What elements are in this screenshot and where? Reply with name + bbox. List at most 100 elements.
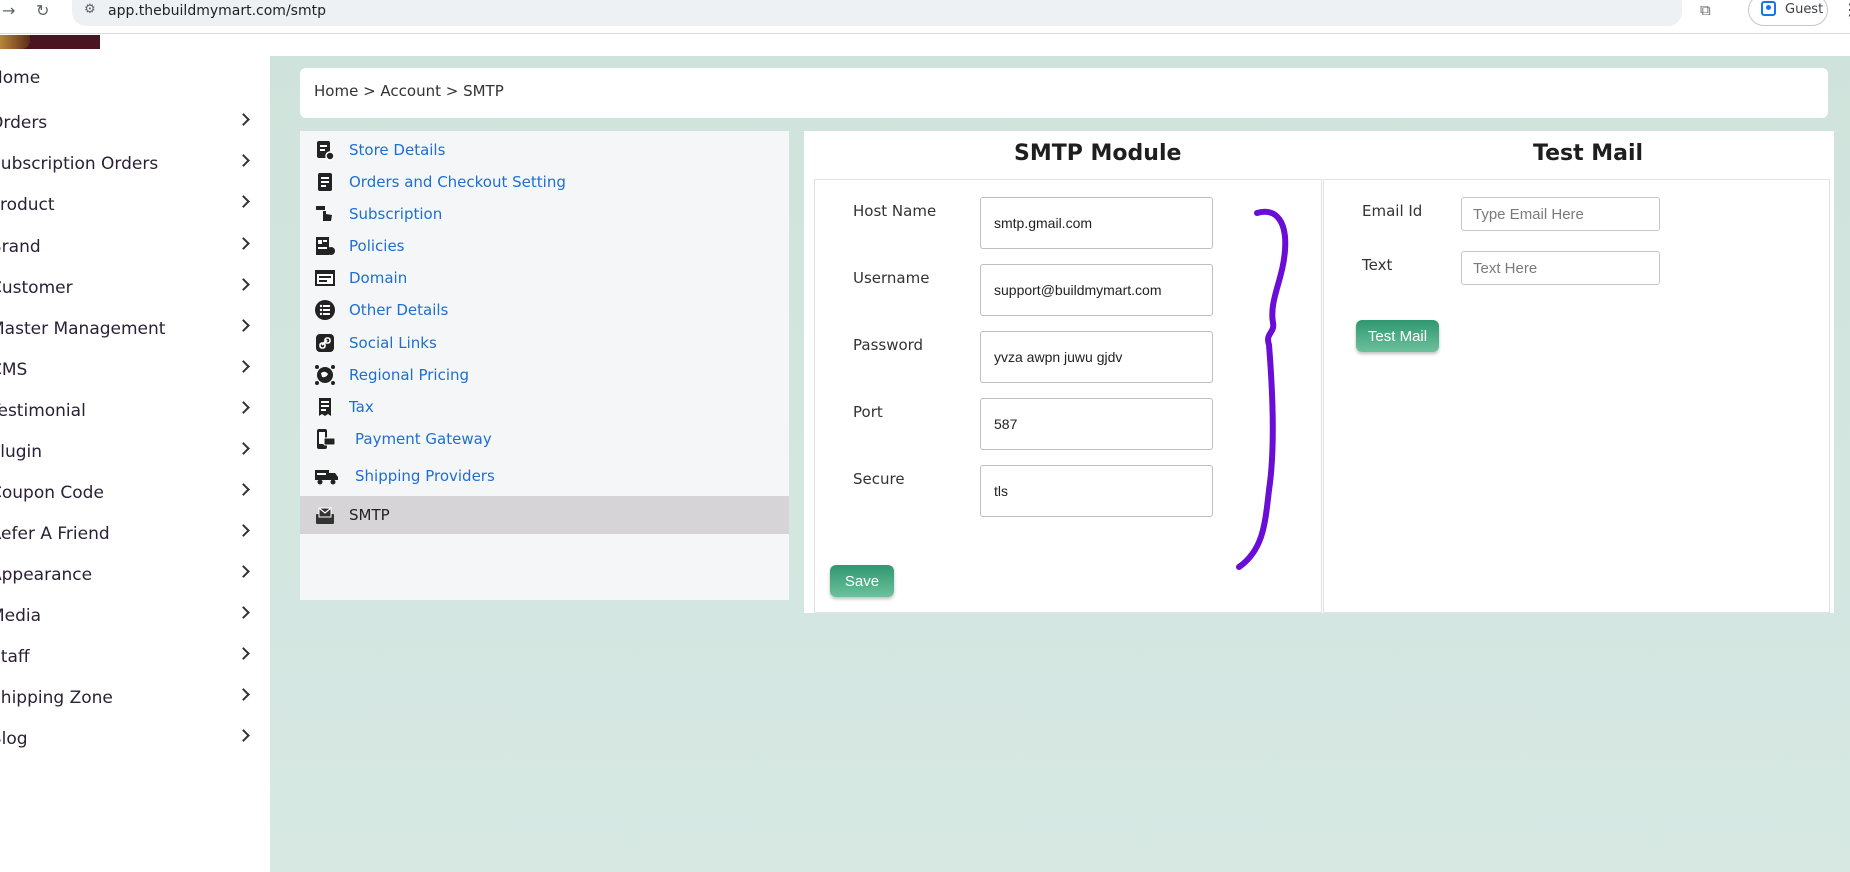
sidebar-item-label: CMS [0,360,28,380]
profile-button[interactable]: Guest [1748,0,1828,26]
sidebar-item-label: Customer [0,278,73,298]
sidebar-item-label: Blog [0,729,28,749]
chevron-right-icon[interactable] [237,237,250,250]
settings-menu-label[interactable]: Domain [349,269,407,287]
sidebar-item-brand[interactable]: Brand [0,229,270,269]
port-label: Port [853,403,883,421]
chevron-right-icon[interactable] [237,524,250,537]
chevron-right-icon[interactable] [237,606,250,619]
sidebar-item-testimonial[interactable]: Testimonial [0,393,270,433]
sidebar-item-label: Refer A Friend [0,524,110,544]
sidebar-item-cms[interactable]: CMS [0,352,270,392]
settings-menu-label[interactable]: Shipping Providers [355,467,495,485]
chevron-right-icon[interactable] [237,154,250,167]
chevron-right-icon[interactable] [237,688,250,701]
brand-logo[interactable] [0,35,100,49]
settings-menu-label[interactable]: Tax [349,398,374,416]
browser-toolbar: → ↻ ⚙ app.thebuildmymart.com/smtp ⧉ Gues… [0,0,1850,34]
settings-menu-label[interactable]: Subscription [349,205,442,223]
chevron-right-icon[interactable] [237,195,250,208]
sidebar-item-refer-a-friend[interactable]: Refer A Friend [0,516,270,556]
browser-window-icon [314,267,336,289]
phone-card-icon [314,428,336,450]
settings-menu-label[interactable]: Store Details [349,141,445,159]
test-mail-title: Test Mail [1533,141,1644,166]
breadcrumb-text[interactable]: Home > Account > SMTP [314,82,504,100]
reload-icon[interactable]: ↻ [36,0,49,22]
settings-menu: Store Details Orders and Checkout Setting… [300,131,789,600]
chevron-right-icon[interactable] [237,647,250,660]
secure-input[interactable] [980,465,1213,517]
sidebar-item-label: Shipping Zone [0,688,113,708]
sidebar-item-blog[interactable]: Blog [0,721,270,761]
username-input[interactable] [980,264,1213,316]
breadcrumb: Home > Account > SMTP [300,68,1828,118]
settings-menu-label[interactable]: Regional Pricing [349,366,469,384]
settings-menu-label[interactable]: Orders and Checkout Setting [349,173,566,191]
host-name-input[interactable] [980,197,1213,249]
sidebar-item-home[interactable]: Home [0,60,270,100]
document-icon [314,171,336,193]
save-button[interactable]: Save [830,565,894,597]
kebab-menu-icon[interactable]: ⋮ [1842,0,1850,19]
search-tab-icon[interactable]: ⧉ [1700,1,1711,19]
list-circle-icon [314,299,336,321]
sidebar-item-staff[interactable]: Staff [0,639,270,679]
settings-menu-label[interactable]: Policies [349,237,404,255]
sidebar-item-master-management[interactable]: Master Management [0,311,270,351]
settings-menu-label[interactable]: Payment Gateway [355,430,492,448]
sidebar-item-subscription-orders[interactable]: Subscription Orders [0,146,270,186]
chevron-right-icon[interactable] [237,278,250,291]
sidebar-item-orders[interactable]: Orders [0,105,270,145]
sidebar-item-coupon-code[interactable]: Coupon Code [0,475,270,515]
sidebar-item-label: Plugin [0,442,43,462]
settings-menu-label[interactable]: Other Details [349,301,448,319]
sidebar-item-label: Product [0,195,55,215]
mail-tray-icon [314,504,336,526]
sidebar-item-label: Home [0,68,41,88]
tune-icon[interactable]: ⚙ [84,2,96,17]
sidebar: Home Orders Subscription Orders Product Bran… [0,35,270,872]
text-input[interactable] [1461,251,1660,285]
settings-menu-item-smtp[interactable]: SMTP [300,496,789,534]
chevron-right-icon[interactable] [237,113,250,126]
sidebar-item-shipping-zone[interactable]: Shipping Zone [0,680,270,720]
smtp-form: Host Name Username Password Port Secure … [814,179,1322,613]
sidebar-item-product[interactable]: Product [0,187,270,227]
sidebar-item-appearance[interactable]: Appearance [0,557,270,597]
address-bar[interactable]: ⚙ app.thebuildmymart.com/smtp [72,0,1682,26]
sidebar-item-media[interactable]: Media [0,598,270,638]
password-input[interactable] [980,331,1213,383]
globe-pricing-icon [314,364,336,386]
chevron-right-icon[interactable] [237,442,250,455]
smtp-panel: SMTP Module Test Mail Host Name Username… [804,131,1834,613]
url-text[interactable]: app.thebuildmymart.com/smtp [108,3,326,19]
chevron-right-icon[interactable] [237,360,250,373]
chevron-right-icon[interactable] [237,729,250,742]
sidebar-item-label: Orders [0,113,48,133]
test-mail-button[interactable]: Test Mail [1356,320,1439,352]
sidebar-item-customer[interactable]: Customer [0,270,270,310]
chevron-right-icon[interactable] [237,483,250,496]
settings-menu-item-payment-gateway[interactable]: Payment Gateway [300,420,789,458]
sidebar-item-label: Coupon Code [0,483,104,503]
password-label: Password [853,336,924,354]
sidebar-item-label: Master Management [0,319,166,339]
settings-menu-item-shipping-providers[interactable]: Shipping Providers [300,457,789,495]
secure-label: Secure [853,470,905,488]
sidebar-item-plugin[interactable]: Plugin [0,434,270,474]
hand-tap-icon [314,203,336,225]
main-content: Home > Account > SMTP Store Details Order… [270,56,1850,872]
chevron-right-icon[interactable] [237,319,250,332]
port-input[interactable] [980,398,1213,450]
tax-receipt-icon [314,396,336,418]
chevron-right-icon[interactable] [237,401,250,414]
sidebar-item-label: Appearance [0,565,93,585]
forward-arrow-icon[interactable]: → [2,0,15,22]
chevron-right-icon[interactable] [237,565,250,578]
sidebar-item-label: Brand [0,237,41,257]
host-name-label: Host Name [853,202,937,220]
settings-menu-label[interactable]: SMTP [349,506,390,524]
email-input[interactable] [1461,197,1660,231]
settings-menu-label[interactable]: Social Links [349,334,437,352]
